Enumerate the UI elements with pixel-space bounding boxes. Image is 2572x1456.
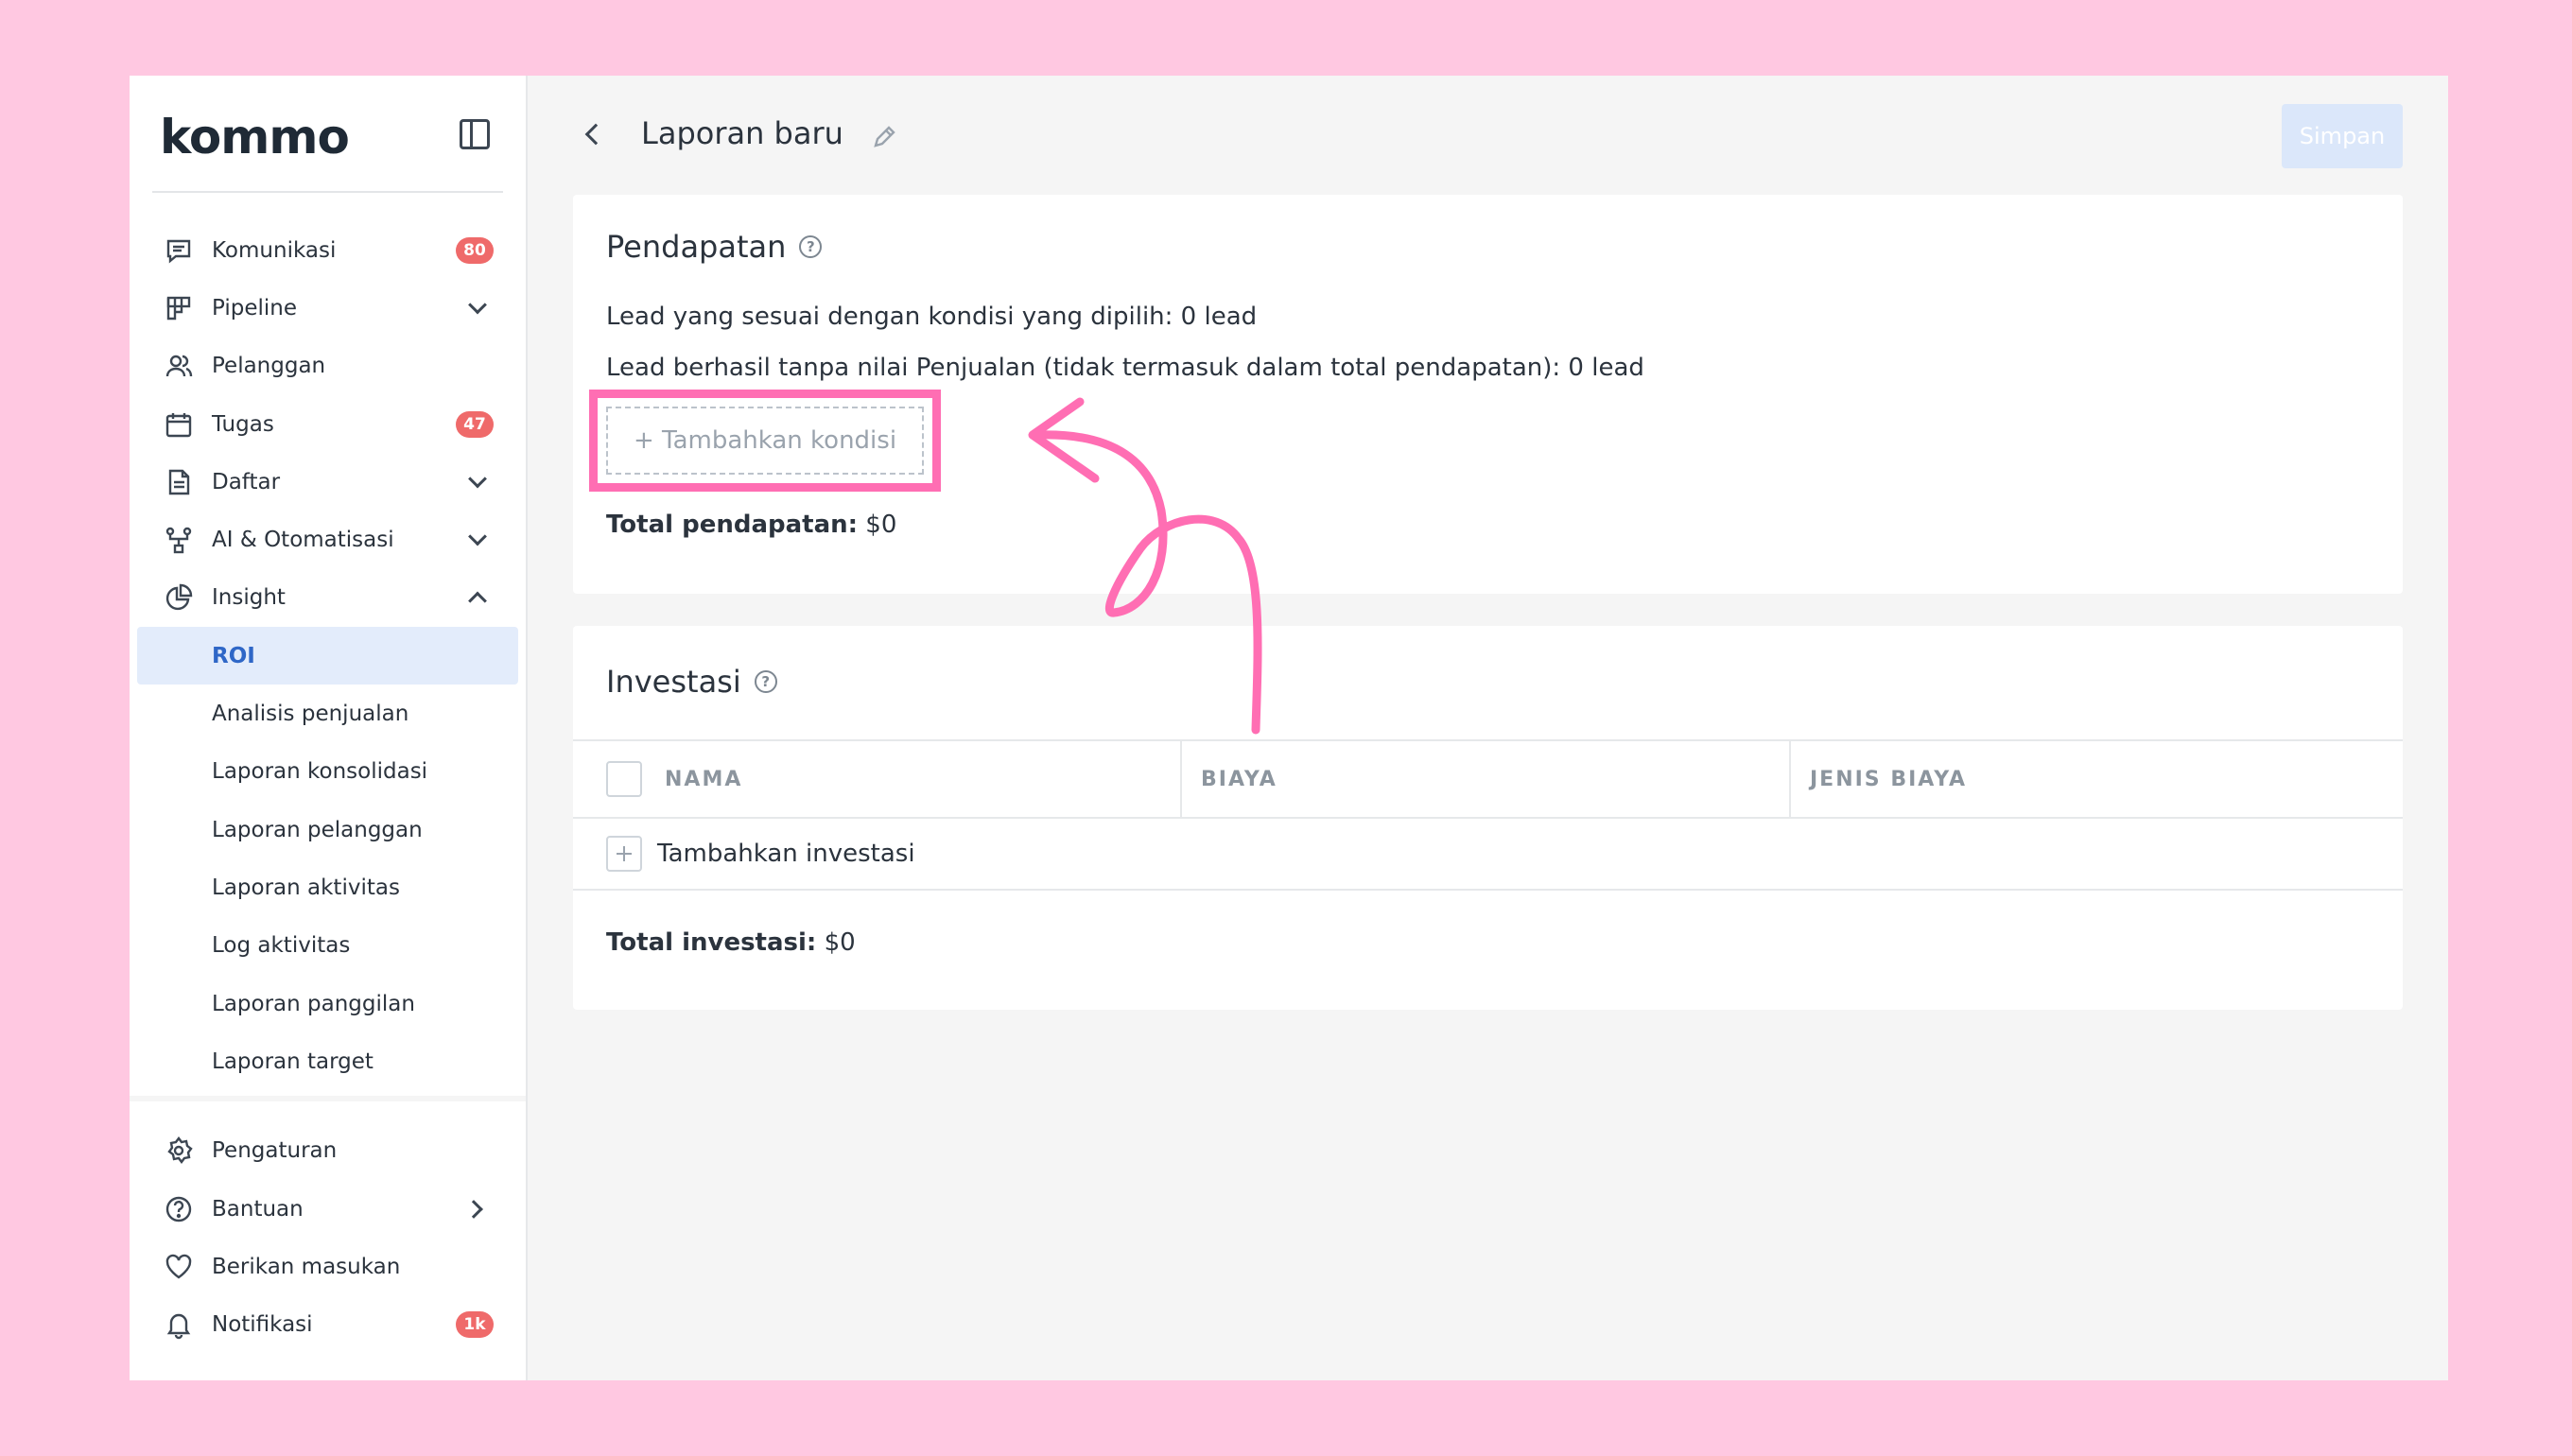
sidebar-item-ai-otomatisasi[interactable]: AI & Otomatisasi (130, 511, 526, 568)
sidebar-subitem-label: Laporan pelanggan (212, 817, 423, 842)
sidebar-item-label: Daftar (212, 469, 281, 494)
sidebar-subitem-label: Laporan konsolidasi (212, 759, 428, 785)
section-title: Pendapatan (606, 229, 787, 265)
sidebar-subitem-label: Analisis penjualan (212, 702, 409, 727)
sidebar-item-pengaturan[interactable]: Pengaturan (130, 1122, 526, 1180)
sidebar-item-label: Tugas (212, 411, 274, 437)
sidebar-item-label: Pelanggan (212, 354, 326, 379)
investment-total-value: $0 (816, 928, 856, 957)
sidebar-subitem-laporan-target[interactable]: Laporan target (130, 1032, 526, 1090)
sidebar-nav: Komunikasi 80 Pipeline Pelanggan Tugas 4… (130, 193, 526, 1090)
sidebar-subitem-roi[interactable]: ROI (137, 627, 518, 685)
sidebar-subitem-label: ROI (212, 643, 255, 668)
sidebar-item-berikan-masukan[interactable]: Berikan masukan (130, 1238, 526, 1295)
revenue-total-label: Total pendapatan: (606, 511, 859, 539)
sidebar: kommo Komunikasi 80 Pipeline Pelanggan T… (130, 76, 528, 1380)
section-title: Investasi (606, 664, 741, 700)
investment-table-header: NAMA BIAYA JENIS BIAYA (573, 739, 2403, 819)
back-arrow-icon[interactable] (584, 123, 607, 146)
heart-icon (164, 1252, 194, 1282)
gear-icon (164, 1135, 194, 1166)
chevron-down-icon[interactable] (468, 469, 487, 489)
sidebar-item-pipeline[interactable]: Pipeline (130, 279, 526, 337)
sidebar-item-label: Bantuan (212, 1196, 304, 1222)
help-icon[interactable]: ? (754, 670, 777, 693)
add-condition-button[interactable]: + Tambahkan kondisi (606, 407, 924, 475)
pencil-icon[interactable] (870, 123, 898, 151)
sidebar-subitem-log-aktivitas[interactable]: Log aktivitas (130, 917, 526, 975)
task-count-badge: 47 (456, 410, 494, 438)
sidebar-subitem-laporan-pelanggan[interactable]: Laporan pelanggan (130, 801, 526, 858)
investment-total: Total investasi: $0 (606, 928, 856, 957)
select-all-checkbox[interactable] (606, 761, 642, 797)
investment-title: Investasi ? (606, 664, 777, 700)
help-circle-icon (164, 1194, 194, 1224)
sidebar-subitem-laporan-konsolidasi[interactable]: Laporan konsolidasi (130, 743, 526, 801)
sidebar-item-notifikasi[interactable]: Notifikasi 1k (130, 1296, 526, 1354)
sidebar-bottom: Pengaturan Bantuan Berikan masukan Notif… (130, 1095, 526, 1380)
page-title[interactable]: Laporan baru (641, 115, 843, 151)
users-icon (164, 351, 194, 381)
save-button[interactable]: Simpan (2282, 104, 2403, 168)
column-header-nama[interactable]: NAMA (573, 741, 1182, 817)
plus-icon[interactable] (606, 836, 642, 872)
column-header-label: NAMA (665, 767, 743, 791)
investment-total-label: Total investasi: (606, 928, 817, 957)
pipeline-icon (164, 293, 194, 323)
sidebar-item-pelanggan[interactable]: Pelanggan (130, 338, 526, 395)
chat-icon (164, 235, 194, 266)
revenue-total-value: $0 (858, 511, 897, 539)
calendar-icon (164, 409, 194, 440)
sidebar-item-bantuan[interactable]: Bantuan (130, 1180, 526, 1238)
sidebar-collapse-icon[interactable] (460, 119, 490, 149)
sidebar-item-label: Notifikasi (212, 1312, 313, 1338)
highlight-box: + Tambahkan kondisi (589, 390, 941, 492)
investment-card: Investasi ? NAMA BIAYA JENIS BIAYA Tamba… (573, 626, 2403, 1010)
main-content: Laporan baru Simpan Pendapatan ? Lead ya… (528, 76, 2448, 1380)
sidebar-item-label: AI & Otomatisasi (212, 528, 394, 553)
notification-badge: 1k (456, 1311, 494, 1339)
sidebar-item-daftar[interactable]: Daftar (130, 453, 526, 511)
revenue-card: Pendapatan ? Lead yang sesuai dengan kon… (573, 195, 2403, 594)
revenue-total: Total pendapatan: $0 (606, 511, 896, 539)
sidebar-item-label: Pipeline (212, 295, 298, 321)
automation-icon (164, 525, 194, 555)
chevron-down-icon[interactable] (468, 527, 487, 546)
sidebar-item-tugas[interactable]: Tugas 47 (130, 395, 526, 453)
app-window: kommo Komunikasi 80 Pipeline Pelanggan T… (130, 76, 2448, 1380)
sidebar-subitem-laporan-aktivitas[interactable]: Laporan aktivitas (130, 858, 526, 916)
document-icon (164, 467, 194, 497)
column-header-label: BIAYA (1201, 767, 1277, 791)
column-header-biaya[interactable]: BIAYA (1182, 741, 1791, 817)
logo-row: kommo (152, 76, 503, 193)
unread-badge: 80 (456, 236, 494, 264)
sidebar-item-label: Pengaturan (212, 1138, 338, 1164)
sidebar-item-insight[interactable]: Insight (130, 569, 526, 627)
add-investment-label[interactable]: Tambahkan investasi (657, 840, 915, 868)
sidebar-subitem-label: Laporan panggilan (212, 991, 415, 1016)
sidebar-subitem-laporan-panggilan[interactable]: Laporan panggilan (130, 975, 526, 1032)
sidebar-subitem-label: Laporan target (212, 1049, 374, 1074)
chevron-down-icon[interactable] (468, 295, 487, 315)
matching-leads-text: Lead yang sesuai dengan kondisi yang dip… (606, 303, 1258, 331)
sidebar-item-label: Insight (212, 585, 286, 611)
won-leads-no-value-text: Lead berhasil tanpa nilai Penjualan (tid… (606, 354, 1644, 382)
chevron-right-icon[interactable] (464, 1199, 483, 1219)
column-header-jenis-biaya[interactable]: JENIS BIAYA (1791, 741, 2403, 817)
pie-chart-icon (164, 582, 194, 613)
chevron-up-icon[interactable] (468, 592, 487, 611)
add-investment-row[interactable]: Tambahkan investasi (573, 819, 2403, 891)
sidebar-item-komunikasi[interactable]: Komunikasi 80 (130, 221, 526, 279)
sidebar-subitem-analisis-penjualan[interactable]: Analisis penjualan (130, 685, 526, 742)
page-header: Laporan baru Simpan (528, 76, 2448, 193)
sidebar-subitem-label: Laporan aktivitas (212, 875, 400, 900)
sidebar-item-label: Komunikasi (212, 237, 337, 263)
sidebar-subitem-label: Log aktivitas (212, 933, 351, 959)
help-icon[interactable]: ? (799, 235, 823, 258)
bell-icon (164, 1309, 194, 1340)
column-header-label: JENIS BIAYA (1810, 767, 1968, 791)
revenue-title: Pendapatan ? (606, 229, 823, 265)
sidebar-item-label: Berikan masukan (212, 1255, 401, 1280)
kommo-logo[interactable]: kommo (160, 110, 350, 165)
